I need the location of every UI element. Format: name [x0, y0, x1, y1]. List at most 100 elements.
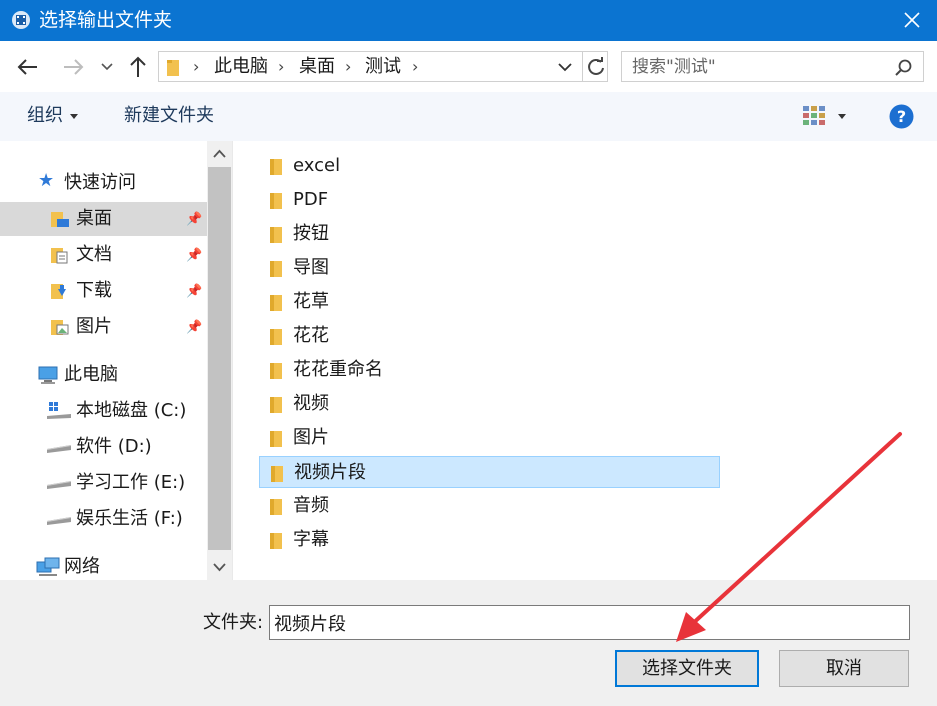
nav-label: 软件 (D:)	[76, 436, 152, 457]
folder-icon	[270, 227, 282, 243]
svg-text:?: ?	[897, 107, 906, 126]
network-icon	[36, 557, 60, 576]
nav-drive-c[interactable]: 本地磁盘 (C:)	[0, 394, 207, 428]
folder-name: 按钮	[293, 223, 329, 244]
search-placeholder: 搜索"测试"	[632, 57, 716, 77]
folder-icon	[270, 533, 282, 549]
file-list: excel PDF 按钮 导图 花草 花花 花花重命名 视频 图片 视频片段 音…	[233, 141, 937, 580]
folder-row-selected[interactable]: 视频片段	[259, 456, 720, 488]
address-row: › 此电脑 › 桌面 › 测试 › 搜索"测试"	[0, 41, 937, 92]
view-dropdown-icon[interactable]	[837, 113, 847, 120]
scroll-up-icon[interactable]	[213, 149, 226, 158]
breadcrumb-separator-icon: ›	[193, 57, 200, 76]
nav-label: 图片	[76, 316, 112, 337]
nav-label: 此电脑	[64, 364, 118, 385]
help-icon[interactable]: ?	[889, 104, 914, 129]
folder-icon	[270, 329, 282, 345]
nav-label: 娱乐生活 (F:)	[76, 508, 183, 529]
scroll-down-icon[interactable]	[213, 563, 226, 572]
folder-icon	[270, 159, 282, 175]
address-bar[interactable]: › 此电脑 › 桌面 › 测试 ›	[158, 51, 608, 82]
nav-desktop[interactable]: 桌面 📌	[0, 202, 207, 236]
nav-drive-e[interactable]: 学习工作 (E:)	[0, 466, 207, 500]
view-options-icon[interactable]	[802, 105, 826, 127]
window-title: 选择输出文件夹	[39, 9, 173, 31]
nav-drive-f[interactable]: 娱乐生活 (F:)	[0, 502, 207, 536]
folder-row[interactable]: 图片	[259, 422, 720, 454]
forward-arrow-icon[interactable]	[59, 53, 87, 81]
cancel-button[interactable]: 取消	[779, 650, 909, 687]
nav-downloads[interactable]: 下载 📌	[0, 274, 207, 308]
folder-icon	[270, 397, 282, 413]
footer-panel: 文件夹: 选择文件夹 取消	[0, 580, 937, 706]
breadcrumb-separator-icon: ›	[412, 57, 419, 76]
folder-name: 花草	[293, 291, 329, 312]
documents-folder-icon	[51, 248, 68, 264]
folder-name: 导图	[293, 257, 329, 278]
folder-row[interactable]: 按钮	[259, 218, 720, 250]
breadcrumb-test[interactable]: 测试	[365, 55, 401, 79]
navigation-pane: ★ 快速访问 桌面 📌 文档 📌 下载 📌 图片 📌 此电脑 本地磁盘 (C:)…	[0, 141, 233, 580]
folder-row[interactable]: 视频	[259, 388, 720, 420]
folder-icon	[270, 363, 282, 379]
up-arrow-icon[interactable]	[124, 53, 152, 81]
folder-row[interactable]: 导图	[259, 252, 720, 284]
pin-icon[interactable]: 📌	[186, 212, 202, 227]
pin-icon[interactable]: 📌	[186, 248, 202, 263]
nav-quick-access[interactable]: ★ 快速访问	[0, 166, 207, 200]
computer-icon	[38, 366, 58, 384]
folder-name: PDF	[293, 189, 329, 210]
folder-name: 字幕	[293, 529, 329, 550]
recent-locations-chevron-icon[interactable]	[100, 61, 114, 73]
organize-menu[interactable]: 组织	[27, 105, 63, 127]
nav-documents[interactable]: 文档 📌	[0, 238, 207, 272]
refresh-icon[interactable]	[585, 56, 607, 78]
nav-label: 网络	[64, 556, 100, 577]
breadcrumb-separator-icon: ›	[278, 57, 285, 76]
nav-scrollbar[interactable]	[207, 141, 232, 580]
organize-dropdown-icon[interactable]	[69, 113, 79, 120]
breadcrumb-desktop[interactable]: 桌面	[299, 55, 335, 79]
folder-name: 音频	[293, 495, 329, 516]
folder-icon	[270, 193, 282, 209]
address-divider	[582, 52, 583, 81]
breadcrumb-this-pc[interactable]: 此电脑	[214, 55, 268, 79]
folder-row[interactable]: 音频	[259, 490, 720, 522]
film-icon	[12, 11, 30, 29]
nav-label: 快速访问	[64, 172, 136, 193]
folder-row[interactable]: PDF	[259, 184, 720, 216]
nav-label: 下载	[76, 280, 112, 301]
folder-row[interactable]: 花花	[259, 320, 720, 352]
search-field[interactable]: 搜索"测试"	[621, 51, 924, 82]
new-folder-button[interactable]: 新建文件夹	[124, 105, 214, 127]
folder-name-input[interactable]	[269, 605, 910, 640]
close-icon[interactable]	[897, 5, 927, 35]
desktop-folder-icon	[51, 212, 69, 227]
windows-drive-icon	[47, 402, 71, 419]
nav-drive-d[interactable]: 软件 (D:)	[0, 430, 207, 464]
address-dropdown-icon[interactable]	[557, 61, 573, 73]
folder-row[interactable]: excel	[259, 150, 720, 182]
nav-this-pc[interactable]: 此电脑	[0, 358, 207, 392]
search-icon[interactable]	[894, 58, 914, 78]
nav-label: 文档	[76, 244, 112, 265]
folder-row[interactable]: 字幕	[259, 524, 720, 556]
pin-icon[interactable]: 📌	[186, 320, 202, 335]
star-icon: ★	[38, 170, 55, 191]
scroll-thumb[interactable]	[208, 167, 231, 550]
folder-row[interactable]: 花花重命名	[259, 354, 720, 386]
folder-name: excel	[293, 155, 341, 176]
nav-pictures[interactable]: 图片 📌	[0, 310, 207, 344]
folder-name: 花花重命名	[293, 359, 383, 380]
nav-network[interactable]: 网络	[0, 550, 207, 584]
folder-icon	[167, 60, 179, 76]
nav-label: 桌面	[76, 208, 112, 229]
toolbar: 组织 新建文件夹 ?	[0, 92, 937, 142]
pin-icon[interactable]: 📌	[186, 284, 202, 299]
folder-name: 花花	[293, 325, 329, 346]
select-folder-button[interactable]: 选择文件夹	[615, 650, 759, 687]
drive-icon	[47, 481, 71, 489]
folder-name: 视频	[293, 393, 329, 414]
folder-row[interactable]: 花草	[259, 286, 720, 318]
back-arrow-icon[interactable]	[14, 53, 42, 81]
